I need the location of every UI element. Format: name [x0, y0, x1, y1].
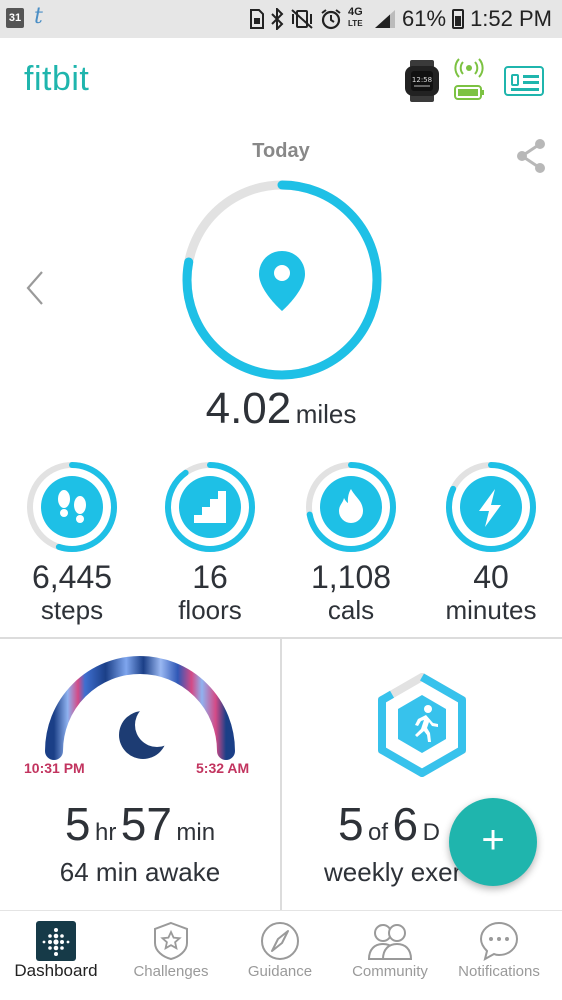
location-pin-icon	[259, 251, 305, 311]
compass-icon	[261, 922, 299, 960]
floors-stat[interactable]: 16 floors	[145, 459, 275, 625]
status-bar: 31 t 4G LTE 61% 1:52 PM	[0, 0, 562, 38]
calendar-icon: 31	[6, 8, 24, 28]
exercise-goal: 6	[392, 798, 419, 850]
watch-device-icon[interactable]: 12:58	[402, 60, 442, 102]
distance-progress-ring[interactable]	[177, 175, 387, 385]
sleep-minutes-unit: min	[176, 819, 216, 846]
status-icons: 4G LTE 61% 1:52 PM	[250, 5, 552, 33]
share-icon[interactable]	[514, 138, 548, 174]
battery-percent: 61%	[402, 6, 447, 31]
network-type-label: 4G	[348, 6, 363, 18]
active-minutes-label: minutes	[445, 595, 537, 625]
calories-label: cals	[327, 595, 375, 625]
nav-guidance-label: Guidance	[247, 963, 313, 980]
clock: 1:52 PM	[470, 6, 552, 31]
calories-ring	[306, 462, 396, 552]
vibrate-mute-icon	[291, 9, 313, 29]
sleep-stages-arc	[45, 656, 235, 760]
calories-value: 1,108	[310, 559, 392, 595]
sleep-awake-text: 64 min awake	[59, 857, 221, 887]
card-line	[523, 75, 539, 78]
nav-notifications[interactable]: Notifications	[443, 911, 555, 1000]
app-notification-icon: t	[34, 4, 43, 29]
steps-value: 6,445	[31, 559, 113, 595]
distance-value: 4.02	[205, 384, 292, 433]
nav-dashboard[interactable]: Dashboard	[0, 911, 112, 1000]
network-sub-label: LTE	[348, 19, 363, 28]
previous-day-chevron-icon[interactable]	[24, 270, 48, 306]
steps-ring	[27, 462, 117, 552]
sleep-minutes: 57	[120, 798, 172, 850]
sim-card-icon	[250, 9, 265, 29]
floors-ring	[165, 462, 255, 552]
dashboard-icon	[36, 921, 76, 961]
exercise-count: 5	[338, 798, 364, 850]
profile-card-icon[interactable]	[504, 66, 544, 96]
community-people-icon	[367, 924, 413, 960]
moon-icon	[119, 703, 179, 759]
nav-community-label: Community	[352, 963, 428, 980]
sleep-duration: 5 hr 57 min	[0, 797, 280, 851]
card-avatar-shape	[511, 74, 519, 86]
sleep-hours-unit: hr	[94, 819, 117, 846]
nav-challenges-label: Challenges	[133, 963, 209, 980]
sleep-end-time: 5:32 AM	[196, 760, 250, 776]
fitbit-logo: fitbit	[24, 60, 90, 98]
calories-stat[interactable]: 1,108 cals	[286, 459, 416, 625]
nav-notifications-label: Notifications	[458, 963, 540, 980]
sleep-start-time: 10:31 PM	[24, 760, 85, 776]
add-button[interactable]: +	[449, 798, 537, 886]
signal-icon	[375, 10, 396, 28]
nav-guidance[interactable]: Guidance	[224, 911, 336, 1000]
alarm-icon	[321, 9, 341, 30]
svg-text:12:58: 12:58	[412, 76, 432, 84]
floors-value: 16	[192, 559, 228, 595]
sleep-hours: 5	[64, 798, 91, 850]
exercise-subtitle: weekly exer	[324, 857, 462, 887]
live-sync-icon[interactable]	[454, 58, 484, 104]
exercise-progress: 5 of 6 D	[338, 797, 440, 851]
card-line	[511, 88, 539, 91]
active-minutes-ring	[446, 462, 536, 552]
day-label[interactable]: Today	[0, 140, 562, 163]
nav-community[interactable]: Community	[334, 911, 446, 1000]
nav-dashboard-label: Dashboard	[14, 961, 98, 980]
active-minutes-stat[interactable]: 40 minutes	[426, 459, 556, 625]
exercise-of: of	[368, 819, 389, 846]
chat-bubble-icon	[479, 921, 519, 961]
active-minutes-value: 40	[473, 559, 509, 595]
bluetooth-icon	[271, 8, 284, 30]
4g-lte-icon: 4G LTE	[348, 7, 368, 31]
card-line	[523, 81, 539, 84]
floors-label: floors	[178, 595, 242, 625]
exercise-hexagon	[378, 673, 466, 777]
sleep-tile[interactable]: 10:31 PM 5:32 AM 5 hr 57 min 64 min awak…	[0, 639, 280, 910]
nav-challenges[interactable]: Challenges	[115, 911, 227, 1000]
battery-icon	[452, 9, 465, 29]
steps-stat[interactable]: 6,445 steps	[7, 459, 137, 625]
bottom-navigation: Dashboard Challenges Guidance Community …	[0, 910, 562, 999]
distance-unit: miles	[295, 399, 357, 429]
steps-label: steps	[40, 595, 104, 625]
distance-readout: 4.02 miles	[0, 384, 562, 434]
challenges-star-badge-icon	[154, 921, 188, 961]
exercise-goal-unit: D	[422, 819, 440, 846]
